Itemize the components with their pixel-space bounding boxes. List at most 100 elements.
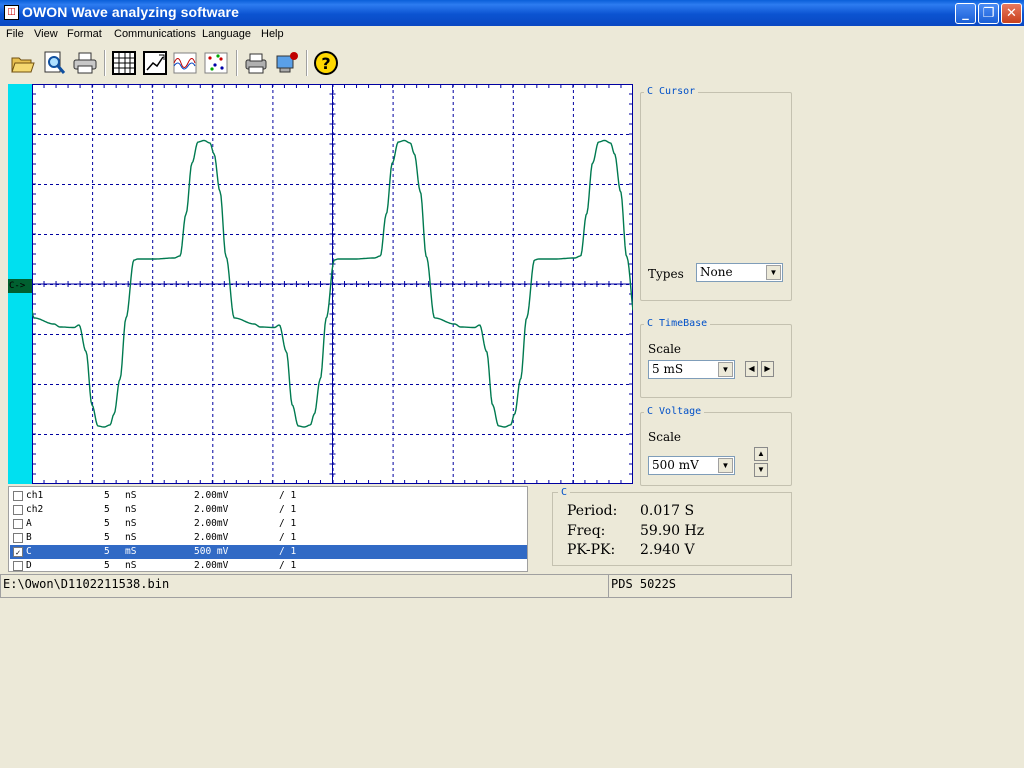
scope-graph xyxy=(31,83,634,485)
voltage-scale-label: Scale xyxy=(648,430,682,444)
open-folder-icon[interactable] xyxy=(10,50,36,76)
timebase-left-button[interactable]: ◀ xyxy=(745,361,758,377)
menu-communications[interactable]: Communications xyxy=(114,28,196,40)
close-button[interactable]: ✕ xyxy=(1001,3,1022,24)
pkpk-value: 2.940 V xyxy=(640,542,695,558)
menu-language[interactable]: Language xyxy=(202,28,251,40)
voltage-scale-select[interactable]: 500 mV ▼ xyxy=(648,456,735,475)
voltage-up-button[interactable]: ▲ xyxy=(754,447,768,461)
types-label: Types xyxy=(648,267,684,281)
channel-timebase-unit: nS xyxy=(125,560,137,571)
waveform-icon[interactable] xyxy=(172,50,198,76)
printer-settings-icon[interactable] xyxy=(243,50,269,76)
channel-name: C xyxy=(26,546,32,557)
chevron-down-icon[interactable]: ▼ xyxy=(718,458,733,473)
channel-probe-ratio: / 1 xyxy=(279,490,297,501)
pkpk-label: PK-PK: xyxy=(567,542,616,558)
table-icon[interactable] xyxy=(111,50,137,76)
toolbar-separator xyxy=(236,50,238,76)
minimize-button[interactable]: _ xyxy=(955,3,976,24)
channel-checkbox[interactable] xyxy=(13,491,23,501)
scope-display xyxy=(31,83,634,485)
chevron-down-icon[interactable]: ▼ xyxy=(766,265,781,280)
channel-checkbox[interactable] xyxy=(13,561,23,571)
channel-timebase-value: 5 xyxy=(104,504,110,515)
computer-network-icon[interactable] xyxy=(274,50,300,76)
channel-timebase-unit: nS xyxy=(125,504,137,515)
channel-volt-scale: 2.00mV xyxy=(194,504,229,515)
period-value: 0.017 S xyxy=(640,503,695,519)
channel-probe-ratio: / 1 xyxy=(279,532,297,543)
chevron-down-icon[interactable]: ▼ xyxy=(718,362,733,377)
channel-c-offset-marker[interactable]: C-> xyxy=(8,279,32,293)
export-chart-icon[interactable] xyxy=(142,50,168,76)
channel-checkbox[interactable] xyxy=(13,533,23,543)
channel-name: D xyxy=(26,560,32,571)
voltage-panel-title: C Voltage xyxy=(644,406,705,417)
channel-volt-scale: 2.00mV xyxy=(194,490,229,501)
timebase-scale-value: 5 mS xyxy=(652,362,684,376)
arrow-left-icon: ◀ xyxy=(748,364,755,373)
toolbar-separator xyxy=(306,50,308,76)
arrow-down-icon: ▼ xyxy=(757,465,765,474)
measurement-panel: C Period: 0.017 S Freq: 59.90 Hz PK-PK: … xyxy=(552,487,792,566)
menu-bar: File View Format Communications Language… xyxy=(0,26,1024,44)
channel-probe-ratio: / 1 xyxy=(279,560,297,571)
channel-volt-scale: 2.00mV xyxy=(194,532,229,543)
channel-timebase-value: 5 xyxy=(104,490,110,501)
channel-checkbox[interactable] xyxy=(13,519,23,529)
channel-timebase-unit: mS xyxy=(125,546,137,557)
channel-row-ch1[interactable]: ch1 5 nS 2.00mV / 1 xyxy=(10,489,527,503)
window-title: OWON Wave analyzing software xyxy=(22,4,239,20)
channel-probe-ratio: / 1 xyxy=(279,546,297,557)
maximize-icon: ❐ xyxy=(982,6,995,21)
channel-timebase-unit: nS xyxy=(125,518,137,529)
toolbar: ? xyxy=(0,46,1024,80)
channel-list: ch1 5 nS 2.00mV / 1 ch2 5 nS 2.00mV / 1 A 5 nS 2.00mV… xyxy=(8,486,528,572)
maximize-button[interactable]: ❐ xyxy=(978,3,999,24)
owon-app-icon[interactable]: ◫ xyxy=(4,5,19,20)
channel-probe-ratio: / 1 xyxy=(279,504,297,515)
channel-checkbox[interactable] xyxy=(13,505,23,515)
menu-help[interactable]: Help xyxy=(261,28,284,40)
arrow-right-icon: ▶ xyxy=(764,364,771,373)
timebase-right-button[interactable]: ▶ xyxy=(761,361,774,377)
title-bar: ◫ OWON Wave analyzing software _ ❐ ✕ xyxy=(0,0,1024,26)
channel-name: ch1 xyxy=(26,490,44,501)
svg-text:?: ? xyxy=(321,54,330,73)
voltage-scale-value: 500 mV xyxy=(652,458,699,472)
toolbar-separator xyxy=(104,50,106,76)
timebase-panel-title: C TimeBase xyxy=(644,318,711,329)
scatter-icon[interactable] xyxy=(203,50,229,76)
channel-volt-scale: 2.00mV xyxy=(194,560,229,571)
channel-volt-scale: 500 mV xyxy=(194,546,229,557)
channel-timebase-unit: nS xyxy=(125,490,137,501)
channel-row-c[interactable]: ✓ C 5 mS 500 mV / 1 xyxy=(10,545,527,559)
timebase-scale-select[interactable]: 5 mS ▼ xyxy=(648,360,735,379)
print-preview-icon[interactable] xyxy=(41,50,67,76)
print-icon[interactable] xyxy=(72,50,98,76)
voltage-down-button[interactable]: ▼ xyxy=(754,463,768,477)
close-icon: ✕ xyxy=(1006,6,1017,21)
channel-timebase-value: 5 xyxy=(104,518,110,529)
measurement-panel-title: C xyxy=(558,487,571,498)
channel-checkbox[interactable]: ✓ xyxy=(13,547,23,557)
channel-name: A xyxy=(26,518,32,529)
status-file-path: E:\Owon\D1102211538.bin xyxy=(0,574,609,598)
menu-file[interactable]: File xyxy=(6,28,24,40)
channel-timebase-value: 5 xyxy=(104,532,110,543)
channel-timebase-value: 5 xyxy=(104,546,110,557)
status-device: PDS 5022S xyxy=(608,574,792,598)
cursor-types-value: None xyxy=(700,265,733,279)
channel-timebase-value: 5 xyxy=(104,560,110,571)
channel-name: B xyxy=(26,532,32,543)
channel-row-b[interactable]: B 5 nS 2.00mV / 1 xyxy=(10,531,527,545)
menu-view[interactable]: View xyxy=(34,28,58,40)
help-icon[interactable]: ? xyxy=(313,50,339,76)
cursor-types-select[interactable]: None ▼ xyxy=(696,263,783,282)
channel-row-d[interactable]: D 5 nS 2.00mV / 1 xyxy=(10,559,527,573)
channel-row-a[interactable]: A 5 nS 2.00mV / 1 xyxy=(10,517,527,531)
menu-format[interactable]: Format xyxy=(67,28,102,40)
timebase-scale-label: Scale xyxy=(648,342,682,356)
channel-row-ch2[interactable]: ch2 5 nS 2.00mV / 1 xyxy=(10,503,527,517)
